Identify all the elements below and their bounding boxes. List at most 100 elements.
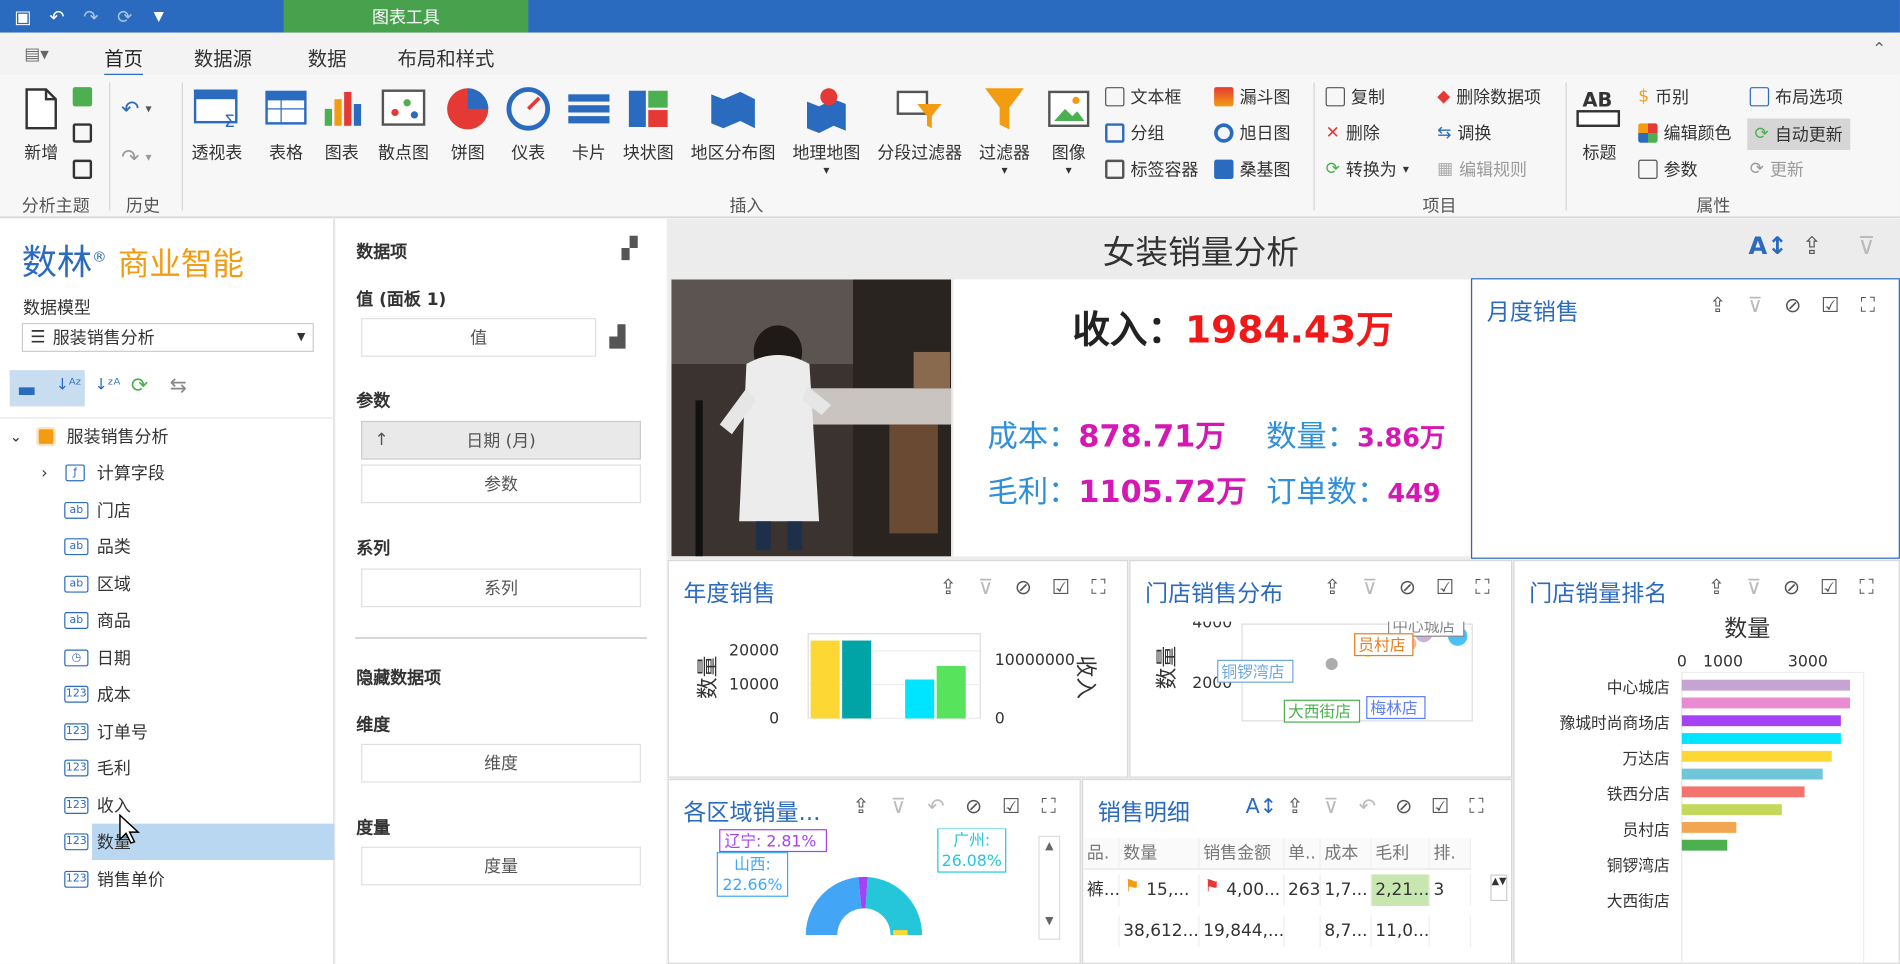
textbox-button[interactable]: 文本框 bbox=[1105, 85, 1181, 109]
multiselect-icon[interactable]: ☑ bbox=[1816, 576, 1841, 600]
field-item[interactable]: 123 销售单价 bbox=[0, 861, 334, 897]
field-item[interactable]: ab 门店 bbox=[0, 492, 334, 528]
card-button[interactable]: 卡片 bbox=[565, 85, 613, 165]
column-header[interactable]: 品. bbox=[1083, 838, 1120, 870]
row-spinner[interactable]: ▲▼ bbox=[1490, 874, 1508, 902]
undo-icon[interactable]: ↶ ▾ bbox=[121, 96, 151, 121]
export-icon[interactable]: ⇪ bbox=[1705, 294, 1730, 318]
drill-icon[interactable]: ⊘ bbox=[1011, 576, 1036, 600]
drill-icon[interactable]: ⊘ bbox=[1779, 576, 1804, 600]
customize-dropdown-icon[interactable]: ▼ bbox=[145, 8, 172, 24]
multiselect-icon[interactable]: ☑ bbox=[1818, 294, 1843, 318]
clear-filter-icon[interactable]: ⊽ bbox=[1357, 576, 1382, 600]
save-dashboard-icon[interactable] bbox=[72, 121, 93, 145]
group-button[interactable]: 分组 bbox=[1105, 121, 1164, 145]
tab-data[interactable]: 数据 bbox=[308, 42, 347, 71]
field-item[interactable]: ab 区域 bbox=[0, 565, 334, 601]
clear-filter-icon[interactable]: ⊽ bbox=[1741, 576, 1766, 600]
kpi-card[interactable]: 收入：1984.43万 成本：878.71万 数量：3.86万 毛利：1105.… bbox=[953, 279, 1470, 557]
drill-icon[interactable]: ⊘ bbox=[1391, 795, 1416, 819]
scrollbar[interactable]: ▲ ▼ bbox=[1038, 835, 1061, 940]
edit-colors-button[interactable]: 编辑颜色 bbox=[1638, 121, 1732, 145]
maximize-icon[interactable]: ⛶ bbox=[1854, 576, 1879, 600]
store-distribution-card[interactable]: 门店销售分布 ⇪ ⊽ ⊘ ☑ ⛶ 2000 4000 数量 中心城店 员村店 铜锣湾店 大西街店 梅林… bbox=[1129, 559, 1513, 778]
tab-container-button[interactable]: 标签容器 bbox=[1105, 157, 1198, 181]
column-header[interactable]: 成本 bbox=[1320, 838, 1372, 870]
column-header[interactable]: 单.. bbox=[1284, 838, 1321, 870]
maximize-icon[interactable]: ⛶ bbox=[1470, 576, 1495, 600]
save-as-icon[interactable] bbox=[72, 157, 93, 181]
save-icon[interactable]: ▣ bbox=[10, 5, 37, 27]
multiselect-icon[interactable]: ☑ bbox=[1427, 795, 1452, 819]
maximize-icon[interactable]: ⛶ bbox=[1464, 795, 1489, 819]
swap-icon[interactable]: ⇆ bbox=[170, 374, 187, 398]
field-item[interactable]: 123 成本 bbox=[0, 676, 334, 712]
add-data-item-icon[interactable]: ▞ bbox=[622, 237, 638, 261]
column-header[interactable]: 排. bbox=[1429, 838, 1472, 870]
pivot-button[interactable]: Σ 透视表 bbox=[191, 85, 242, 165]
maximize-icon[interactable]: ⛶ bbox=[1855, 294, 1880, 318]
sort-az-icon[interactable]: ↓ᴬᶻ bbox=[56, 376, 82, 394]
measure-drop-zone[interactable]: 度量 bbox=[361, 846, 641, 886]
chevron-right-icon[interactable]: › bbox=[41, 464, 47, 482]
field-item[interactable]: 123 收入 bbox=[0, 787, 334, 823]
parameters-button[interactable]: 参数 bbox=[1638, 157, 1698, 181]
layout-options-button[interactable]: 布局选项 bbox=[1749, 85, 1843, 109]
collapse-ribbon-icon[interactable]: ⌃ bbox=[1872, 40, 1886, 59]
dimension-drop-zone[interactable]: 维度 bbox=[361, 743, 641, 783]
export-icon[interactable]: ⇪ bbox=[935, 576, 960, 600]
auto-update-toggle[interactable]: ⟳ 自动更新 bbox=[1747, 118, 1850, 150]
new-button[interactable]: 新增 bbox=[17, 85, 65, 165]
geo-area-button[interactable]: 地区分布图 bbox=[691, 85, 775, 165]
values-drop-zone[interactable]: 值 bbox=[361, 318, 597, 357]
font-size-icon[interactable]: A↕ bbox=[1246, 795, 1277, 819]
funnel-chart-button[interactable]: 漏斗图 bbox=[1214, 85, 1290, 109]
gauge-button[interactable]: 仪表 bbox=[504, 85, 552, 165]
redo-icon[interactable]: ↷ ▾ bbox=[121, 145, 151, 170]
sort-za-icon[interactable]: ↓ᶻᴬ bbox=[95, 376, 121, 394]
export-icon[interactable]: ⇪ bbox=[1802, 231, 1822, 260]
field-item[interactable]: ab 商品 bbox=[0, 602, 334, 638]
field-item[interactable]: 123 毛利 bbox=[0, 750, 334, 786]
geo-point-button[interactable]: 地理地图 ▾ bbox=[792, 85, 860, 178]
range-filter-button[interactable]: 分段过滤器 bbox=[877, 85, 962, 165]
clear-filter-icon[interactable]: ⊽ bbox=[1858, 231, 1876, 260]
column-header[interactable]: 销售金额 bbox=[1199, 838, 1285, 870]
region-sales-card[interactable]: 各区域销量... ⇪ ⊽ ↶ ⊘ ☑ ⛶ 辽宁: 2.81% 山西: 22.66% 广州: 26.… bbox=[667, 778, 1081, 964]
delete-data-item-button[interactable]: ◆ 删除数据项 bbox=[1437, 85, 1541, 109]
column-header[interactable]: 毛利 bbox=[1371, 838, 1430, 870]
sunburst-button[interactable]: 旭日图 bbox=[1214, 121, 1290, 145]
chart-tools-context-tab[interactable]: 图表工具 bbox=[283, 0, 529, 33]
store-ranking-card[interactable]: 门店销量排名 ⇪ ⊽ ⊘ ☑ ⛶ 数量 0 1000 3000 中心城店 豫城时尚商场店 万达店 铁西… bbox=[1513, 559, 1900, 964]
export-icon[interactable]: ⇪ bbox=[848, 795, 873, 819]
drill-up-icon[interactable]: ↶ bbox=[923, 795, 948, 819]
export-icon[interactable]: ⇪ bbox=[1282, 795, 1307, 819]
field-item[interactable]: ◷ 日期 bbox=[0, 639, 334, 675]
export-icon[interactable]: ⇪ bbox=[1704, 576, 1729, 600]
update-button[interactable]: ⟳ 更新 bbox=[1750, 157, 1804, 181]
maximize-icon[interactable]: ⛶ bbox=[1036, 795, 1061, 819]
edit-rules-button[interactable]: ▦ 编辑规则 bbox=[1437, 157, 1527, 181]
tab-datasource[interactable]: 数据源 bbox=[194, 42, 252, 71]
clear-filter-icon[interactable]: ⊽ bbox=[886, 795, 911, 819]
column-header[interactable]: 数量 bbox=[1119, 838, 1200, 870]
tab-layout-style[interactable]: 布局和样式 bbox=[397, 42, 494, 71]
image-button[interactable]: 图像 ▾ bbox=[1044, 85, 1092, 178]
refresh-icon[interactable]: ⟳ bbox=[131, 374, 148, 398]
clear-filter-icon[interactable]: ⊽ bbox=[1318, 795, 1343, 819]
clear-filter-icon[interactable]: ⊽ bbox=[973, 576, 998, 600]
font-size-icon[interactable]: A↕ bbox=[1748, 231, 1787, 260]
title-button[interactable]: AB 标题 bbox=[1575, 85, 1623, 165]
grid-button[interactable]: 表格 bbox=[262, 85, 310, 165]
scatter-button[interactable]: 散点图 bbox=[378, 85, 429, 165]
convert-button[interactable]: ⟳ 转换为 ▾ bbox=[1326, 157, 1409, 181]
annual-sales-card[interactable]: 年度销售 ⇪ ⊽ ⊘ ☑ ⛶ 0 10000 20000 0 10000000 数量 收入 bbox=[667, 559, 1129, 778]
field-item[interactable]: ab 品类 bbox=[0, 529, 334, 565]
redo-icon[interactable]: ↷ bbox=[78, 5, 105, 27]
sales-detail-card[interactable]: 销售明细 A↕ ⇪ ⊽ ↶ ⊘ ☑ ⛶ 品. 数量 销售金额 单.. 成本 毛利 排. 裤... 15,..… bbox=[1082, 778, 1513, 964]
series-drop-zone[interactable]: 系列 bbox=[361, 568, 641, 608]
delete-button[interactable]: ✕ 删除 bbox=[1326, 121, 1380, 145]
drill-up-icon[interactable]: ↶ bbox=[1355, 795, 1380, 819]
pie-button[interactable]: 饼图 bbox=[443, 85, 491, 165]
tab-home[interactable]: 首页 bbox=[104, 42, 143, 77]
